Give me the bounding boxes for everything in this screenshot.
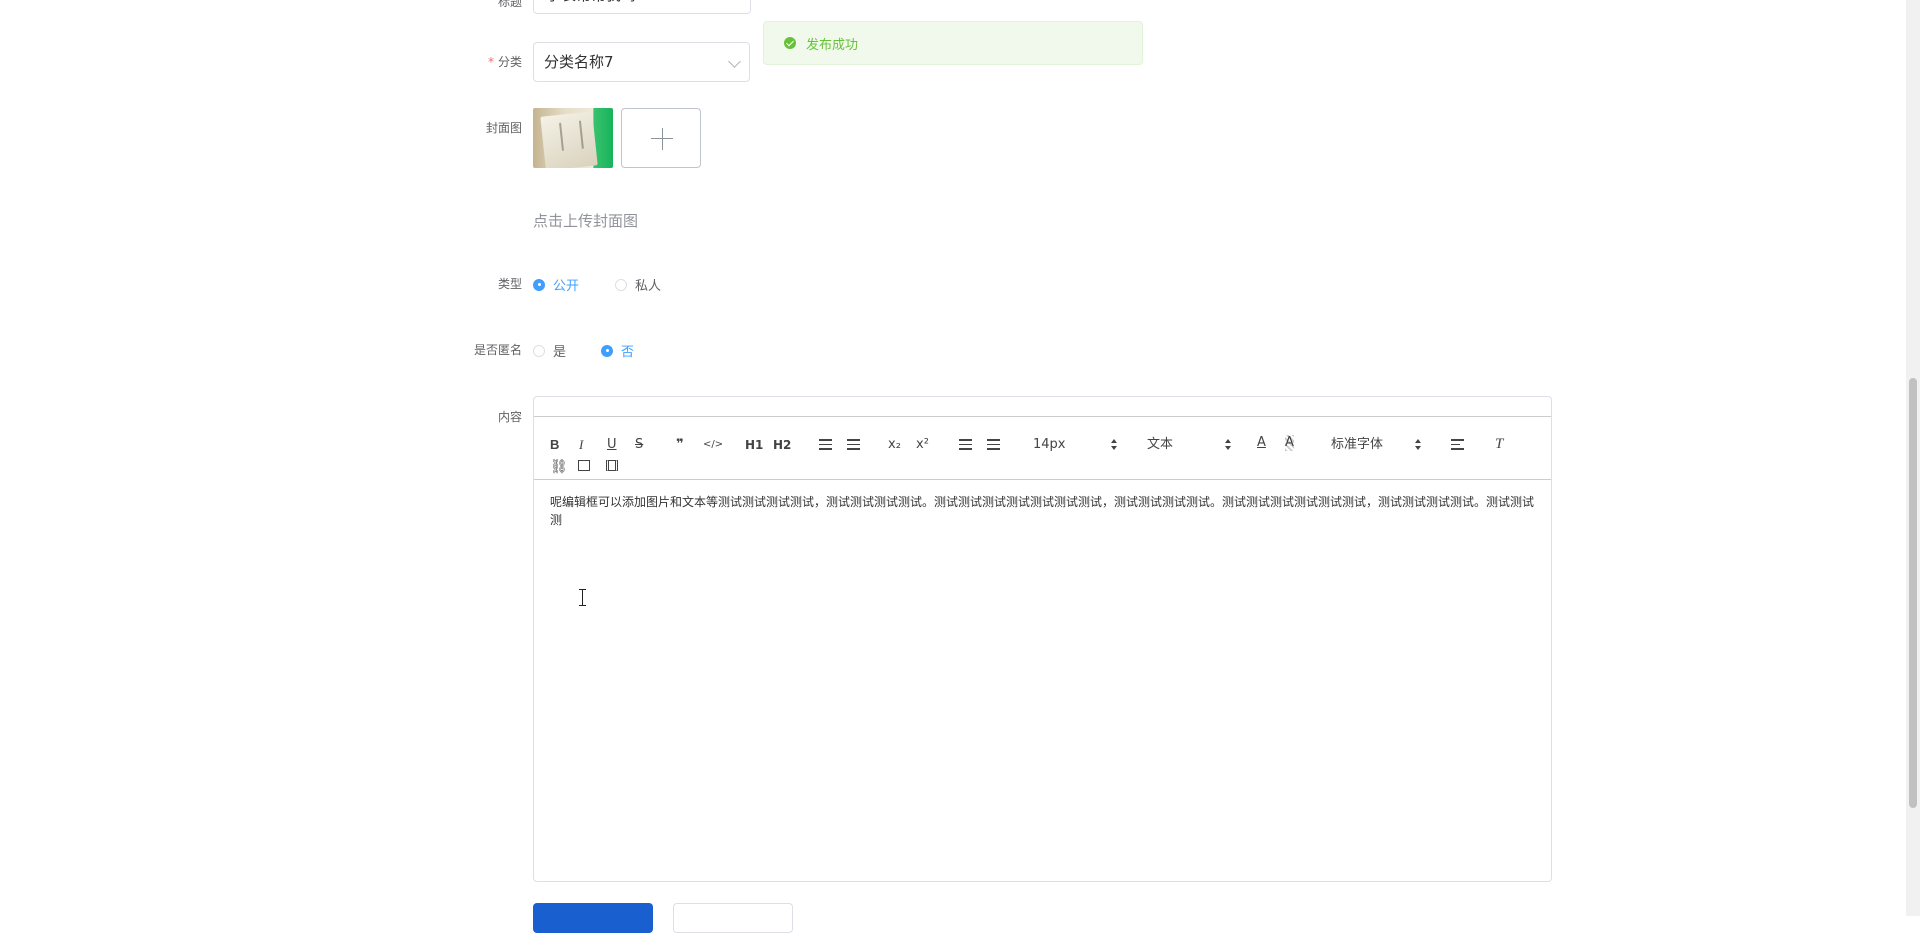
cancel-button[interactable] bbox=[673, 903, 793, 933]
cover-upload-hint[interactable]: 点击上传封面图 bbox=[533, 210, 638, 231]
category-label: * 分类 bbox=[487, 55, 522, 69]
align-left-icon[interactable] bbox=[1451, 439, 1464, 450]
h1-button[interactable]: H1 bbox=[745, 437, 763, 453]
bullet-list-icon[interactable] bbox=[847, 439, 860, 450]
h2-button[interactable]: H2 bbox=[773, 437, 791, 453]
anonymous-radio-no[interactable]: 否 bbox=[601, 341, 634, 360]
check-circle-icon bbox=[784, 37, 796, 49]
book-image bbox=[540, 111, 598, 168]
indent-icon[interactable] bbox=[987, 439, 1000, 450]
text-cursor-icon bbox=[579, 589, 586, 606]
type-radio-private-label: 私人 bbox=[635, 279, 662, 294]
category-label-text: 分类 bbox=[497, 55, 522, 69]
scrollbar-thumb[interactable] bbox=[1909, 378, 1917, 808]
font-family-value: 标准字体 bbox=[1331, 437, 1384, 452]
anonymous-radio-yes[interactable]: 是 bbox=[533, 341, 566, 360]
radio-checked-icon bbox=[601, 344, 613, 357]
picker-arrows-icon bbox=[1225, 439, 1231, 451]
title-input[interactable]: 学长帮帮我吗 bbox=[533, 0, 751, 14]
code-block-button[interactable]: </> bbox=[703, 437, 723, 453]
font-size-value: 14px bbox=[1033, 437, 1066, 452]
success-toast: 发布成功 bbox=[763, 21, 1143, 65]
underline-button[interactable]: U bbox=[607, 437, 617, 453]
editor-content[interactable]: 呢编辑框可以添加图片和文本等测试测试测试测试，测试测试测试测试。测试测试测试测试… bbox=[550, 493, 1540, 529]
radio-checked-icon bbox=[533, 278, 545, 291]
type-radio-private[interactable]: 私人 bbox=[615, 275, 661, 294]
type-label: 类型 bbox=[497, 277, 522, 291]
font-family-picker[interactable]: 标准字体 bbox=[1331, 437, 1421, 453]
picker-arrows-icon bbox=[1111, 439, 1117, 451]
link-icon[interactable]: ⛓ bbox=[550, 459, 568, 475]
title-label: 标题 bbox=[497, 0, 522, 9]
chevron-down-icon bbox=[728, 55, 741, 68]
anonymous-label: 是否匿名 bbox=[473, 343, 522, 357]
bold-button[interactable]: B bbox=[550, 437, 559, 453]
category-select[interactable]: 分类名称7 bbox=[533, 42, 750, 82]
type-radio-public-label: 公开 bbox=[553, 279, 580, 294]
cover-label: 封面图 bbox=[485, 121, 522, 135]
content-label: 内容 bbox=[497, 410, 522, 424]
anonymous-radio-yes-label: 是 bbox=[553, 345, 567, 360]
strike-button[interactable]: S bbox=[635, 437, 643, 453]
superscript-button[interactable]: x² bbox=[916, 437, 929, 453]
radio-unchecked-icon bbox=[615, 278, 627, 291]
picker-arrows-icon bbox=[1415, 439, 1421, 451]
upload-cover-button[interactable] bbox=[621, 108, 701, 168]
image-icon[interactable] bbox=[578, 460, 590, 471]
submit-button[interactable] bbox=[533, 903, 653, 933]
radio-unchecked-icon bbox=[533, 344, 545, 357]
cover-thumbnail[interactable] bbox=[533, 108, 613, 168]
anonymous-radio-no-label: 否 bbox=[621, 345, 635, 360]
font-size-picker[interactable]: 14px bbox=[1033, 437, 1117, 453]
editor-toolbar: B I U S ❞ </> H1 H2 x₂ x² 14px 文本 A A 标准… bbox=[534, 416, 1551, 480]
blockquote-button[interactable]: ❞ bbox=[676, 437, 684, 453]
background-color-icon[interactable]: A bbox=[1285, 435, 1294, 451]
text-color-icon[interactable]: A bbox=[1257, 435, 1266, 451]
subscript-button[interactable]: x₂ bbox=[888, 437, 901, 453]
italic-button[interactable]: I bbox=[579, 437, 583, 453]
type-radio-public[interactable]: 公开 bbox=[533, 275, 579, 294]
ordered-list-icon[interactable] bbox=[819, 439, 832, 450]
video-icon[interactable] bbox=[606, 460, 618, 471]
outdent-icon[interactable] bbox=[959, 439, 972, 450]
header-value: 文本 bbox=[1147, 437, 1174, 452]
category-select-value: 分类名称7 bbox=[544, 53, 614, 71]
header-picker[interactable]: 文本 bbox=[1147, 437, 1231, 453]
clear-format-icon[interactable]: T bbox=[1495, 436, 1503, 452]
toast-message: 发布成功 bbox=[806, 37, 859, 53]
